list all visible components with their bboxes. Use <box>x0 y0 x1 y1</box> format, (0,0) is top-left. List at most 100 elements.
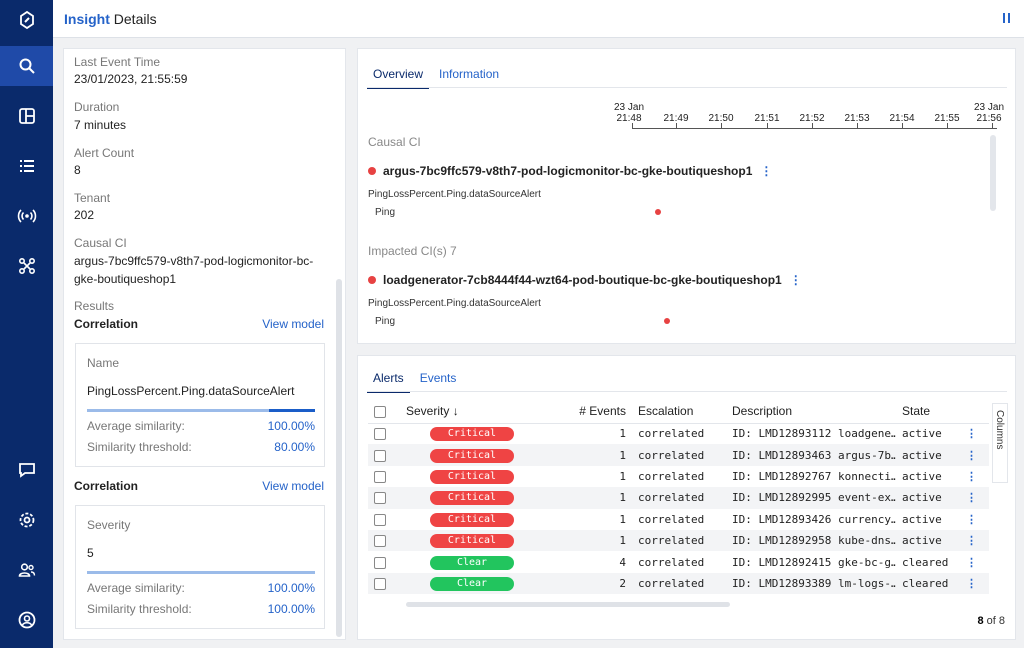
table-row[interactable]: Critical 1 correlated ID: LMD12892767 konne… <box>368 466 989 487</box>
row-checkbox[interactable] <box>374 577 386 590</box>
state-cell: cleared <box>896 572 954 595</box>
description-cell: ID: LMD12893389 lm-logs-… <box>726 572 896 595</box>
impacted-ci-group-label: Impacted CI(s) 7 <box>368 244 457 258</box>
table-row[interactable]: Clear 4 correlated ID: LMD12892415 gke-bc-g… <box>368 551 989 572</box>
row-actions-cell: ⋮ <box>954 487 989 509</box>
severity-badge: Clear <box>430 555 514 570</box>
select-all-checkbox[interactable] <box>374 406 386 419</box>
average-similarity-label: Average similarity: <box>87 419 185 433</box>
tenant-label: Tenant <box>74 191 111 205</box>
dashboard-icon[interactable] <box>0 96 53 136</box>
column-header-description[interactable]: Description <box>726 400 896 424</box>
causal-datasource: PingLossPercent.Ping.dataSourceAlert <box>368 189 541 200</box>
view-model-link-1[interactable]: View model <box>262 317 324 331</box>
overview-scrollbar[interactable] <box>990 135 996 211</box>
logo-icon[interactable] <box>0 0 53 40</box>
severity-cell: Critical <box>400 509 552 530</box>
row-checkbox[interactable] <box>374 535 386 548</box>
state-cell: active <box>902 427 942 441</box>
pause-icon[interactable] <box>1002 11 1012 25</box>
timeline-end-date: 23 Jan <box>973 102 1005 113</box>
row-actions-cell: ⋮ <box>954 551 989 572</box>
pagination-total: of 8 <box>983 615 1005 627</box>
list-icon[interactable] <box>0 146 53 186</box>
row-select-cell <box>368 444 400 466</box>
severity-badge: Critical <box>430 469 514 484</box>
more-vertical-icon[interactable]: ⋮ <box>966 557 977 569</box>
more-vertical-icon[interactable]: ⋮ <box>966 535 977 547</box>
similarity-bar <box>87 571 315 574</box>
more-vertical-icon[interactable]: ⋮ <box>966 578 977 590</box>
events-cell: 4 <box>619 555 626 569</box>
causal-ci-row[interactable]: argus-7bc9ffc579-v8th7-pod-logicmonitor-… <box>368 164 772 178</box>
table-horizontal-scrollbar[interactable] <box>406 602 730 607</box>
average-similarity-row: Average similarity: 100.00% <box>87 419 315 433</box>
more-vertical-icon[interactable]: ⋮ <box>790 273 802 287</box>
row-checkbox[interactable] <box>374 449 386 462</box>
column-header-escalation[interactable]: Escalation <box>632 400 726 424</box>
table-row[interactable]: Critical 1 correlated ID: LMD12892958 kube-… <box>368 529 989 552</box>
tab-overview[interactable]: Overview <box>367 67 430 89</box>
event-marker[interactable] <box>664 318 670 324</box>
table-row[interactable]: Critical 1 correlated ID: LMD12893426 curre… <box>368 509 989 530</box>
column-header-severity[interactable]: Severity ↓ <box>400 400 552 424</box>
signal-icon[interactable] <box>0 196 53 236</box>
more-vertical-icon[interactable]: ⋮ <box>966 514 977 526</box>
users-icon[interactable] <box>0 550 53 590</box>
details-scrollbar[interactable] <box>336 279 342 637</box>
row-select-cell <box>368 487 400 509</box>
severity-badge: Critical <box>430 427 514 442</box>
topology-icon[interactable] <box>0 246 53 286</box>
column-header-state[interactable]: State <box>896 400 954 424</box>
severity-cell: Critical <box>400 487 552 509</box>
settings-icon[interactable] <box>0 500 53 540</box>
table-row[interactable]: Critical 1 correlated ID: LMD12893112 loadg… <box>368 423 989 444</box>
table-row[interactable]: Critical 1 correlated ID: LMD12893463 argus… <box>368 444 989 466</box>
more-vertical-icon[interactable]: ⋮ <box>966 428 977 440</box>
account-icon[interactable] <box>0 600 53 640</box>
columns-button[interactable]: Columns <box>992 403 1008 483</box>
impacted-ci-row[interactable]: loadgenerator-7cb8444f44-wzt64-pod-bouti… <box>368 273 802 287</box>
column-header-events[interactable]: # Events <box>552 400 632 424</box>
escalation-cell: correlated <box>632 572 726 595</box>
row-checkbox[interactable] <box>374 556 386 569</box>
table-row[interactable]: Critical 1 correlated ID: LMD12892995 event… <box>368 487 989 509</box>
correlation-card-1: Name PingLossPercent.Ping.dataSourceAler… <box>75 343 325 467</box>
severity-badge: Critical <box>430 512 514 527</box>
tab-information[interactable]: Information <box>433 67 505 89</box>
table-row[interactable]: Clear 2 correlated ID: LMD12893389 lm-logs-… <box>368 572 989 595</box>
row-select-cell <box>368 509 400 530</box>
row-actions-cell: ⋮ <box>954 444 989 466</box>
similarity-threshold-label: Similarity threshold: <box>87 440 192 454</box>
more-vertical-icon[interactable]: ⋮ <box>966 471 977 483</box>
sort-down-icon[interactable]: ↓ <box>453 404 459 418</box>
more-vertical-icon[interactable]: ⋮ <box>760 164 772 178</box>
similarity-threshold-value: 80.00% <box>274 440 315 454</box>
alert-count-value: 8 <box>74 163 81 177</box>
row-actions-cell: ⋮ <box>954 572 989 595</box>
escalation-cell: correlated <box>638 469 705 483</box>
more-vertical-icon[interactable]: ⋮ <box>966 450 977 462</box>
events-cell: 1 <box>619 512 626 526</box>
row-checkbox[interactable] <box>374 428 386 441</box>
timeline-start: 23 Jan 21:48 <box>612 102 646 124</box>
chat-icon[interactable] <box>0 450 53 490</box>
overview-panel: Overview Information 23 Jan 21:48 23 Jan 2… <box>357 48 1016 344</box>
search-icon[interactable] <box>0 46 53 86</box>
tab-alerts[interactable]: Alerts <box>367 371 410 393</box>
view-model-link-2[interactable]: View model <box>262 479 324 493</box>
alerts-tabs: Alerts Events <box>367 371 466 393</box>
row-checkbox[interactable] <box>374 470 386 483</box>
event-marker[interactable] <box>655 209 661 215</box>
similarity-bar <box>87 409 315 412</box>
timeline-tick <box>676 123 677 129</box>
tab-events[interactable]: Events <box>414 371 463 393</box>
row-checkbox[interactable] <box>374 513 386 526</box>
description-cell: ID: LMD12892415 gke-bc-g… <box>732 555 896 569</box>
average-similarity-label: Average similarity: <box>87 581 185 595</box>
more-vertical-icon[interactable]: ⋮ <box>966 492 977 504</box>
row-checkbox[interactable] <box>374 492 386 505</box>
causal-ci-group-label: Causal CI <box>368 135 421 149</box>
escalation-cell: correlated <box>638 512 705 526</box>
page-title-details: Details <box>109 11 157 27</box>
